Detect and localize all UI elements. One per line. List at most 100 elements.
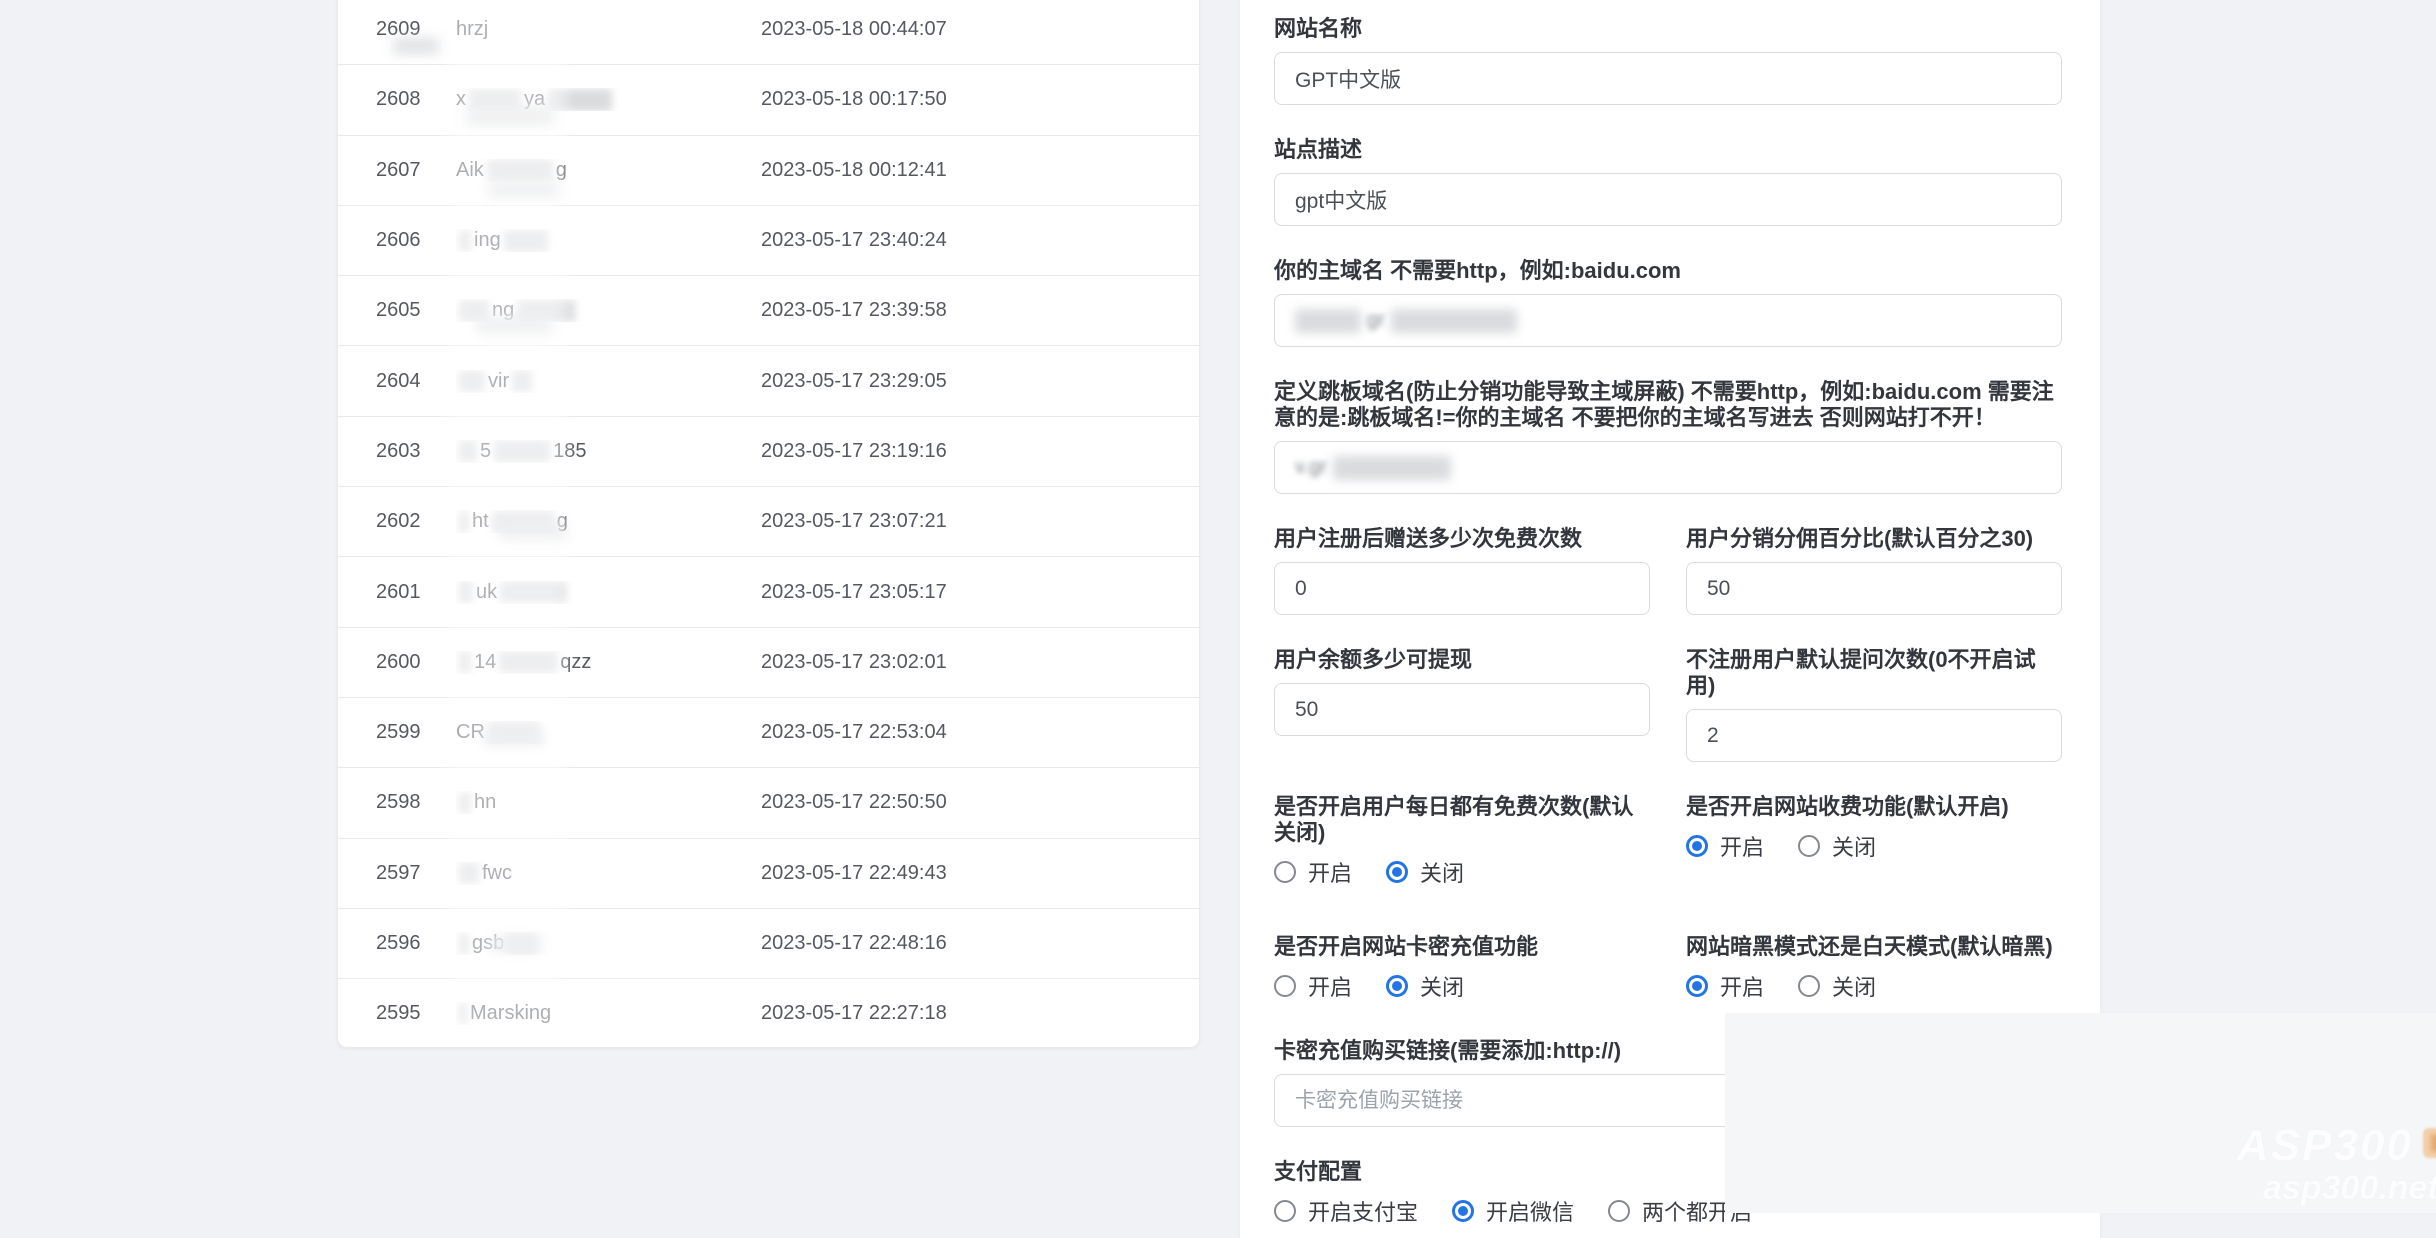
user-id: 2603 [376,440,456,463]
username-fragment: uk [476,581,497,604]
table-row: 2606 ing 2023-05-17 23:40:24 [338,205,1199,275]
username-fragment: fwc [482,862,512,885]
radio-label: 关闭 [1420,856,1464,888]
radio-checked-icon[interactable] [1386,975,1408,997]
table-row: 2603 5185 2023-05-17 23:19:16 [338,416,1199,486]
username: hn [456,791,761,814]
table-row: 2605 ng 2023-05-17 23:39:58 [338,275,1199,345]
jump-domain-input[interactable]: v.gr [1274,441,2062,494]
user-id: 2600 [376,651,456,674]
radio-unchecked-icon[interactable] [1274,1200,1296,1222]
redacted-blur [512,370,532,392]
register-time: 2023-05-17 23:19:16 [761,440,1199,463]
username-fragment: x [456,88,466,111]
radio-option-开启[interactable]: 开启 [1274,970,1352,1002]
register-time: 2023-05-17 23:40:24 [761,229,1199,252]
radio-option-开启微信[interactable]: 开启微信 [1452,1195,1574,1227]
site-name-input[interactable] [1274,52,2062,105]
blur-smudge [488,180,558,198]
radio-checked-icon[interactable] [1386,861,1408,883]
trial-times-input[interactable] [1686,709,2062,762]
username-fragment: Aik [456,159,484,182]
watermark-badge-icon [2423,1128,2436,1158]
register-time: 2023-05-18 00:17:50 [761,88,1199,111]
redacted-blur [459,933,469,955]
username-fragment: 5 [480,440,491,463]
radio-label: 开启 [1720,830,1764,862]
redacted-value [1333,456,1451,480]
watermark-title: ASP300 [2237,1121,2413,1171]
username: 5185 [456,440,761,463]
table-row: 2598 hn 2023-05-17 22:50:50 [338,767,1199,837]
redacted-blur [500,581,566,603]
user-id: 2597 [376,862,456,885]
radio-unchecked-icon[interactable] [1798,975,1820,997]
register-time: 2023-05-18 00:12:41 [761,159,1199,182]
table-row: 2607 Aikg 2023-05-18 00:12:41 [338,135,1199,205]
redacted-blur [459,581,473,603]
user-id: 2599 [376,721,456,744]
redacted-fragment: gr [1367,309,1385,332]
radio-option-关闭[interactable]: 关闭 [1386,970,1464,1002]
username-fragment: qzz [560,651,591,674]
redacted-blur [459,651,471,673]
redacted-blur [548,89,612,111]
radio-option-开启支付宝[interactable]: 开启支付宝 [1274,1195,1418,1227]
site-desc-input[interactable] [1274,173,2062,226]
free-times-input[interactable] [1274,562,1650,615]
table-row: 2595 Marsking 2023-05-17 22:27:18 [338,978,1199,1048]
trial-times-label: 不注册用户默认提问次数(0不开启试用) [1686,647,2062,699]
card-recharge-radio-group: 开启 关闭 [1274,970,1650,1002]
redacted-value [1295,309,1361,333]
dark-mode-label: 网站暗黑模式还是白天模式(默认暗黑) [1686,934,2062,960]
username: vir [456,370,761,393]
radio-checked-icon[interactable] [1452,1200,1474,1222]
free-times-label: 用户注册后赠送多少次免费次数 [1274,526,1650,552]
radio-option-开启[interactable]: 开启 [1686,830,1764,862]
radio-unchecked-icon[interactable] [1274,975,1296,997]
radio-option-关闭[interactable]: 关闭 [1798,970,1876,1002]
radio-label: 开启微信 [1486,1195,1574,1227]
username: 14qzz [456,651,761,674]
radio-unchecked-icon[interactable] [1274,861,1296,883]
charge-enable-label: 是否开启网站收费功能(默认开启) [1686,794,2062,820]
radio-label: 开启支付宝 [1308,1195,1418,1227]
register-time: 2023-05-17 23:05:17 [761,581,1199,604]
username: ing [456,229,761,252]
charge-enable-radio-group: 开启 关闭 [1686,830,2062,862]
user-id: 2601 [376,581,456,604]
radio-unchecked-icon[interactable] [1798,835,1820,857]
radio-label: 开启 [1308,856,1352,888]
username-fragment: ing [474,229,501,252]
dark-mode-radio-group: 开启 关闭 [1686,970,2062,1002]
register-time: 2023-05-17 23:07:21 [761,510,1199,533]
radio-unchecked-icon[interactable] [1608,1200,1630,1222]
radio-option-关闭[interactable]: 关闭 [1386,856,1464,888]
radio-checked-icon[interactable] [1686,975,1708,997]
withdraw-min-input[interactable] [1274,683,1650,736]
register-time: 2023-05-17 22:48:16 [761,932,1199,955]
blur-smudge [498,522,564,540]
redacted-value [1391,309,1517,333]
username: hrzj [456,18,761,41]
radio-option-开启[interactable]: 开启 [1274,856,1352,888]
table-row: 2604 vir 2023-05-17 23:29:05 [338,345,1199,415]
redacted-blur [459,511,469,533]
username: Aikg [456,159,761,182]
commission-pct-input[interactable] [1686,562,2062,615]
redacted-blur [459,862,479,884]
site-name-label: 网站名称 [1274,16,2062,42]
radio-checked-icon[interactable] [1686,835,1708,857]
register-time: 2023-05-17 23:29:05 [761,370,1199,393]
redacted-blur [459,1003,467,1025]
username: fwc [456,862,761,885]
site-desc-label: 站点描述 [1274,137,2062,163]
table-row: 2601 uk 2023-05-17 23:05:17 [338,556,1199,626]
user-id: 2595 [376,1002,456,1025]
radio-option-关闭[interactable]: 关闭 [1798,830,1876,862]
redacted-blur [504,230,548,252]
username-fragment: ht [472,510,489,533]
radio-option-开启[interactable]: 开启 [1686,970,1764,1002]
user-id: 2604 [376,370,456,393]
main-domain-input[interactable]: gr [1274,294,2062,347]
